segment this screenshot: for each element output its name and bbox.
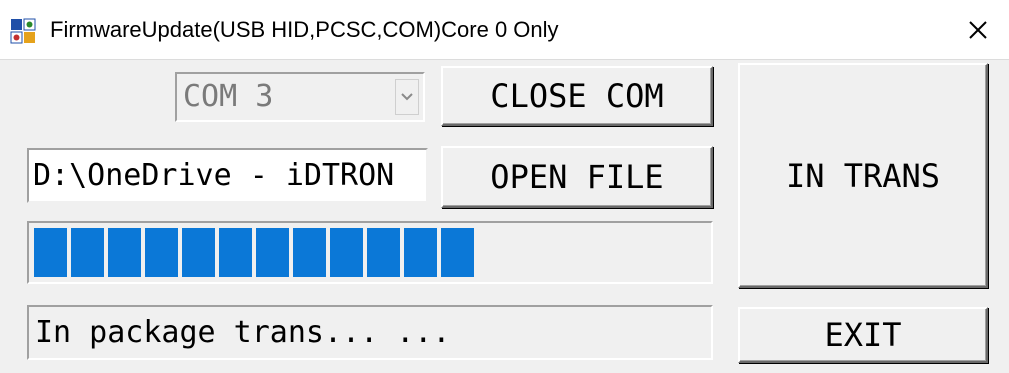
open-file-button[interactable]: OPEN FILE [441,146,713,208]
window-title: FirmwareUpdate(USB HID,PCSC,COM)Core 0 O… [50,17,559,42]
status-field: In package trans... ... [27,305,713,360]
in-trans-button[interactable]: IN TRANS [738,63,988,288]
com-port-value: COM 3 [183,79,274,114]
combo-dropdown-button[interactable] [395,79,419,115]
close-com-button[interactable]: CLOSE COM [441,66,713,126]
file-path-field[interactable]: D:\OneDrive - iDTRON [27,148,428,203]
title-bar: FirmwareUpdate(USB HID,PCSC,COM)Core 0 O… [0,0,1009,60]
exit-button[interactable]: EXIT [738,307,988,363]
firmware-app-icon[interactable] [10,18,36,44]
com-port-select[interactable]: COM 3 [175,72,425,122]
progress-fill [34,228,474,277]
transfer-progress-bar [27,221,713,284]
close-window-button[interactable] [947,0,1009,59]
close-icon [969,20,987,39]
status-text: In package trans... ... [35,315,451,350]
chevron-down-icon [401,93,413,101]
file-path-value: D:\OneDrive - iDTRON [33,158,395,193]
